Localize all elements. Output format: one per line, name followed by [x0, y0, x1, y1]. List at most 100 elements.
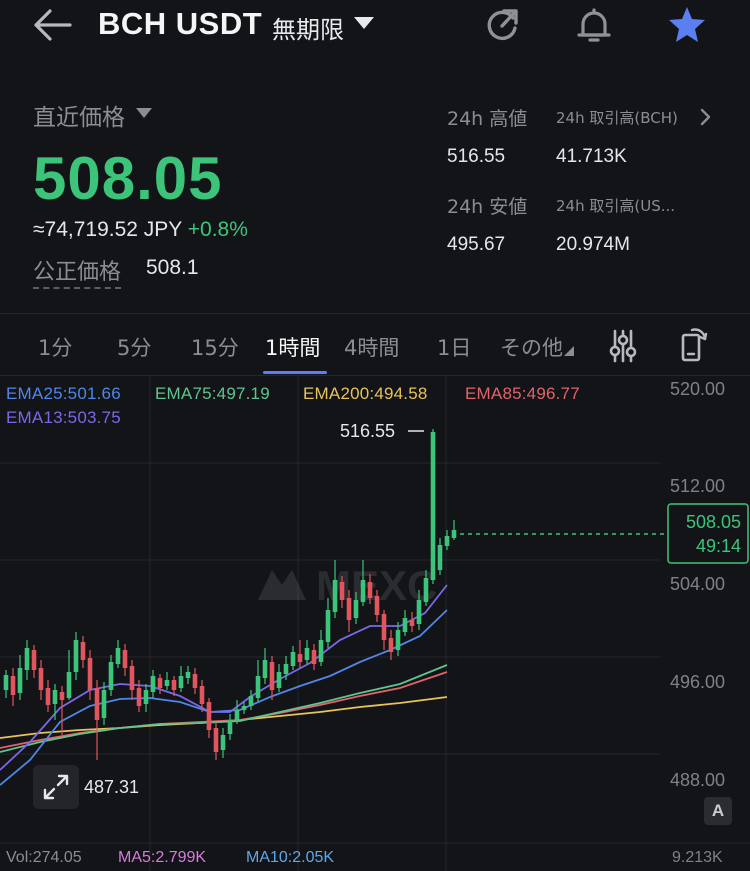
candle-body	[423, 578, 429, 602]
high-price-marker: 516.55	[340, 421, 395, 441]
candle-body	[339, 582, 345, 600]
back-arrow-icon[interactable]	[30, 6, 76, 44]
tab-1h[interactable]: 1時間	[265, 332, 320, 362]
candle-body	[136, 688, 142, 706]
favorite-star-icon[interactable]	[667, 4, 707, 46]
rotate-screen-icon[interactable]	[678, 326, 710, 364]
last-price-label[interactable]: 直近価格	[33, 98, 125, 132]
volume-axis-label: 9.213K	[672, 849, 723, 866]
candle-body	[178, 676, 184, 688]
candle-body	[381, 614, 387, 640]
candle-body	[290, 652, 296, 666]
candle-body	[199, 686, 205, 704]
candle-body	[38, 668, 44, 690]
candle-body	[171, 680, 177, 690]
candle-body	[87, 658, 93, 690]
candle-body	[45, 688, 51, 705]
jpy-value: ≈74,719.52 JPY	[33, 218, 182, 241]
candle-body	[66, 672, 72, 698]
jpy-conversion: ≈74,719.52 JPY +0.8%	[33, 218, 248, 242]
candle-body	[115, 648, 121, 664]
corner-triangle-icon	[564, 346, 574, 356]
candle-body	[346, 598, 352, 620]
ema85-legend: EMA85:496.77	[465, 384, 580, 403]
price-axis-label: 496.00	[670, 672, 725, 692]
caret-down-icon[interactable]	[354, 17, 374, 29]
indicator-settings-icon[interactable]	[608, 328, 638, 364]
candle-body	[234, 710, 240, 720]
candle-body	[269, 662, 275, 690]
ema25-legend: EMA25:501.66	[6, 384, 121, 403]
candle-countdown: 49:14	[696, 536, 741, 556]
candle-body	[304, 648, 310, 660]
candle-body	[388, 638, 394, 652]
candle-body	[52, 690, 58, 704]
auto-scale-button[interactable]: A	[704, 797, 732, 825]
candle-body	[164, 680, 170, 686]
fair-price-label[interactable]: 公正価格	[33, 254, 122, 289]
chevron-right-icon[interactable]	[698, 108, 712, 126]
current-price-tag: 508.05 49:14	[667, 503, 749, 564]
volume-usdt-label: 24h 取引高(US...	[556, 197, 676, 215]
candle-body	[402, 618, 408, 632]
candle-body	[255, 676, 261, 698]
price-axis-label: 520.00	[670, 379, 725, 399]
candle-body	[444, 536, 450, 546]
high-24h-label: 24h 高値	[447, 108, 528, 130]
candle-body	[297, 654, 303, 662]
candle-body	[3, 675, 9, 690]
candle-body	[318, 640, 324, 662]
candle-body	[360, 580, 366, 602]
candle-body	[220, 735, 226, 750]
active-tab-indicator	[263, 371, 327, 374]
candle-body	[437, 545, 443, 570]
tab-5m[interactable]: 5分	[117, 332, 151, 362]
caret-down-icon[interactable]	[136, 108, 152, 118]
ema200-legend: EMA200:494.58	[303, 384, 428, 403]
candle-body	[276, 672, 282, 688]
candle-body	[395, 630, 401, 650]
candle-body	[31, 650, 37, 670]
candle-body	[94, 688, 100, 720]
candle-body	[367, 582, 373, 598]
contract-type-selector[interactable]: 無期限	[272, 10, 344, 45]
fair-price-value: 508.1	[146, 256, 199, 279]
candle-body	[17, 668, 23, 693]
current-price-tag-value: 508.05	[686, 512, 741, 532]
section-divider	[0, 313, 750, 314]
low-24h-value: 495.67	[447, 234, 506, 255]
tab-15m[interactable]: 15分	[191, 332, 239, 362]
expand-icon	[43, 774, 69, 800]
candle-body	[185, 672, 191, 678]
volume-bch-value: 41.713K	[556, 146, 627, 167]
candle-body	[262, 660, 268, 678]
bell-icon[interactable]	[574, 4, 614, 46]
price-axis-label: 488.00	[670, 770, 725, 790]
volume-usdt-value: 20.974M	[556, 234, 630, 255]
candle-body	[157, 678, 163, 688]
price-axis-label: 504.00	[670, 574, 725, 594]
tab-more[interactable]: その他	[500, 332, 563, 362]
tab-1d[interactable]: 1日	[437, 332, 471, 362]
candle-body	[143, 690, 149, 704]
candle-body	[416, 600, 422, 624]
candle-body	[206, 702, 212, 730]
top-bar: BCH USDT 無期限	[0, 0, 750, 56]
candle-body	[332, 580, 338, 612]
candle-body	[311, 650, 317, 664]
refresh-icon[interactable]	[482, 4, 522, 46]
ema13-legend: EMA13:503.75	[6, 408, 121, 427]
price-change-percent: +0.8%	[187, 218, 248, 241]
last-price: 508.05	[33, 145, 223, 212]
volume-bch-label[interactable]: 24h 取引高(BCH)	[556, 107, 678, 128]
candle-body	[430, 432, 436, 580]
tab-4h[interactable]: 4時間	[344, 332, 399, 362]
fullscreen-button[interactable]	[33, 765, 79, 809]
price-axis-label: 512.00	[670, 476, 725, 496]
candle-body	[325, 610, 331, 642]
ma10-legend: MA10:2.05K	[246, 849, 335, 866]
trading-pair-title[interactable]: BCH USDT	[98, 6, 262, 42]
candle-body	[283, 664, 289, 674]
candle-body	[101, 690, 107, 718]
tab-1m[interactable]: 1分	[38, 332, 72, 362]
